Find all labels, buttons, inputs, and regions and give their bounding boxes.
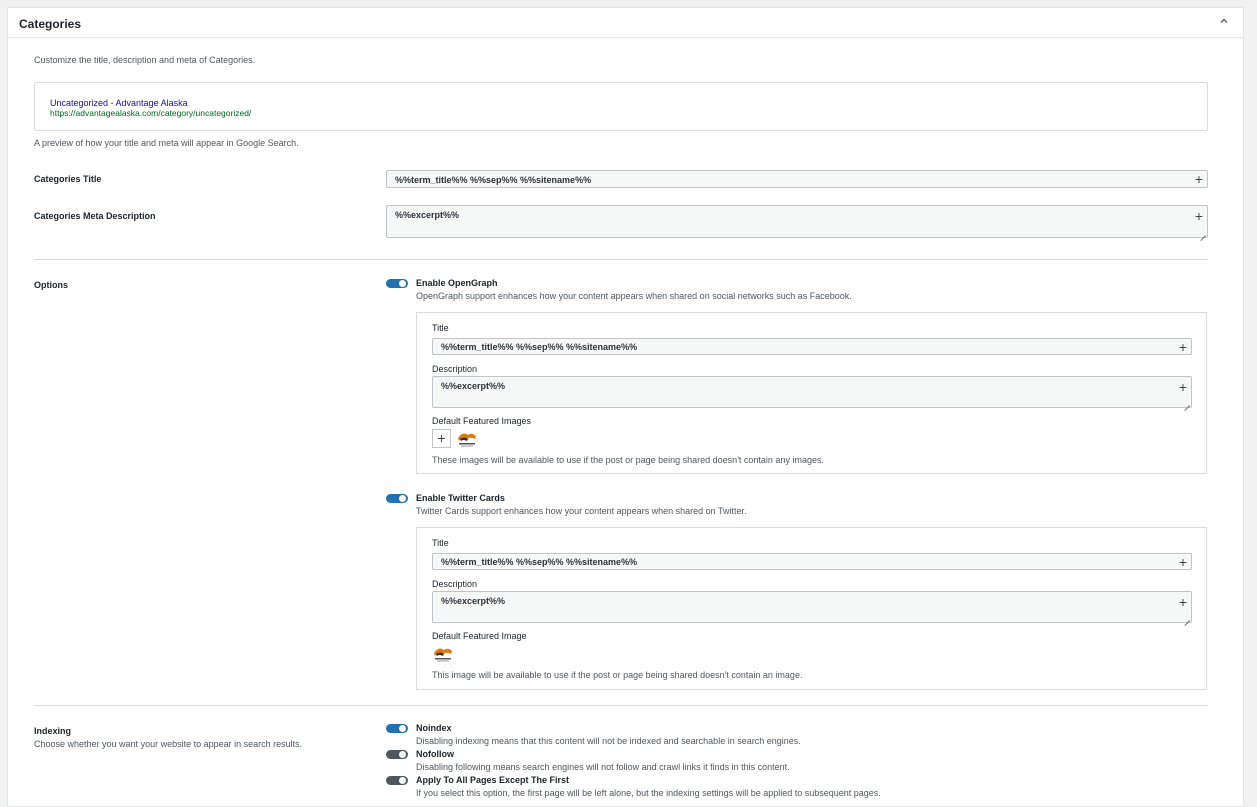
tw-description-value: %%excerpt%% bbox=[441, 596, 506, 606]
options-label: Options bbox=[34, 280, 68, 290]
categories-meta-description-input[interactable]: %%excerpt%% + bbox=[386, 205, 1208, 238]
resize-grip-icon[interactable] bbox=[1183, 399, 1190, 406]
twitter-cards-toggle[interactable] bbox=[386, 494, 408, 503]
preview-caption: A preview of how your title and meta wil… bbox=[34, 138, 299, 148]
preview-title: Uncategorized - Advantage Alaska bbox=[50, 98, 188, 108]
featured-image-thumbnail[interactable] bbox=[456, 429, 478, 448]
apply-all-pages-toggle[interactable] bbox=[386, 776, 408, 785]
tw-image-label: Default Featured Image bbox=[432, 631, 527, 641]
apply-all-pages-label: Apply To All Pages Except The First bbox=[416, 775, 570, 785]
tw-title-value: %%term_title%% %%sep%% %%sitename%% bbox=[441, 557, 638, 567]
plus-icon[interactable]: + bbox=[1179, 595, 1187, 609]
og-title-value: %%term_title%% %%sep%% %%sitename%% bbox=[441, 342, 638, 352]
og-title-input[interactable]: %%term_title%% %%sep%% %%sitename%% + bbox=[432, 338, 1192, 355]
google-preview: Uncategorized - Advantage Alaska https:/… bbox=[34, 82, 1208, 131]
noindex-help: Disabling indexing means that this conte… bbox=[416, 736, 801, 746]
twitter-cards-label: Enable Twitter Cards bbox=[416, 493, 505, 503]
opengraph-toggle[interactable] bbox=[386, 279, 408, 288]
og-description-label: Description bbox=[432, 364, 478, 374]
section-divider bbox=[34, 705, 1208, 706]
preview-url: https://advantagealaska.com/category/unc… bbox=[50, 108, 252, 118]
noindex-toggle[interactable] bbox=[386, 724, 408, 733]
twitter-settings-box: Title %%term_title%% %%sep%% %%sitename%… bbox=[416, 527, 1207, 690]
opengraph-help: OpenGraph support enhances how your cont… bbox=[416, 291, 852, 301]
categories-title-value: %%term_title%% %%sep%% %%sitename%% bbox=[395, 175, 592, 185]
indexing-label: Indexing bbox=[34, 726, 72, 736]
categories-panel: Categories Customize the title, descript… bbox=[7, 7, 1244, 807]
plus-icon[interactable]: + bbox=[1179, 380, 1187, 394]
plus-icon: + bbox=[437, 430, 446, 446]
panel-title: Categories bbox=[19, 17, 82, 31]
plus-icon[interactable]: + bbox=[1195, 209, 1203, 223]
categories-title-input[interactable]: %%term_title%% %%sep%% %%sitename%% + bbox=[386, 170, 1208, 188]
og-description-value: %%excerpt%% bbox=[441, 381, 506, 391]
panel-header[interactable]: Categories bbox=[8, 8, 1243, 38]
og-description-input[interactable]: %%excerpt%% + bbox=[432, 376, 1192, 408]
og-title-label: Title bbox=[432, 323, 449, 333]
og-images-help: These images will be available to use if… bbox=[432, 455, 824, 465]
intro-text: Customize the title, description and met… bbox=[34, 55, 256, 65]
nofollow-label: Nofollow bbox=[416, 749, 454, 759]
categories-meta-description-label: Categories Meta Description bbox=[34, 211, 156, 221]
categories-meta-description-value: %%excerpt%% bbox=[395, 210, 460, 220]
noindex-label: Noindex bbox=[416, 723, 452, 733]
featured-image-thumbnail[interactable] bbox=[432, 644, 454, 663]
tw-title-label: Title bbox=[432, 538, 449, 548]
opengraph-label: Enable OpenGraph bbox=[416, 278, 498, 288]
twitter-cards-help: Twitter Cards support enhances how your … bbox=[416, 506, 747, 516]
section-divider bbox=[34, 259, 1208, 260]
resize-grip-icon[interactable] bbox=[1199, 229, 1206, 236]
plus-icon[interactable]: + bbox=[1179, 340, 1187, 354]
resize-grip-icon[interactable] bbox=[1183, 614, 1190, 621]
nofollow-help: Disabling following means search engines… bbox=[416, 762, 790, 772]
indexing-help: Choose whether you want your website to … bbox=[34, 739, 303, 749]
tw-description-label: Description bbox=[432, 579, 478, 589]
plus-icon[interactable]: + bbox=[1179, 555, 1187, 569]
categories-title-label: Categories Title bbox=[34, 174, 102, 184]
opengraph-settings-box: Title %%term_title%% %%sep%% %%sitename%… bbox=[416, 312, 1207, 474]
tw-title-input[interactable]: %%term_title%% %%sep%% %%sitename%% + bbox=[432, 553, 1192, 570]
chevron-up-icon[interactable] bbox=[1219, 16, 1229, 26]
tw-image-help: This image will be available to use if t… bbox=[432, 670, 803, 680]
add-image-button[interactable]: + bbox=[432, 429, 451, 448]
nofollow-toggle[interactable] bbox=[386, 750, 408, 759]
tw-description-input[interactable]: %%excerpt%% + bbox=[432, 591, 1192, 623]
plus-icon[interactable]: + bbox=[1195, 172, 1203, 186]
og-images-label: Default Featured Images bbox=[432, 416, 532, 426]
apply-all-pages-help: If you select this option, the first pag… bbox=[416, 788, 881, 798]
